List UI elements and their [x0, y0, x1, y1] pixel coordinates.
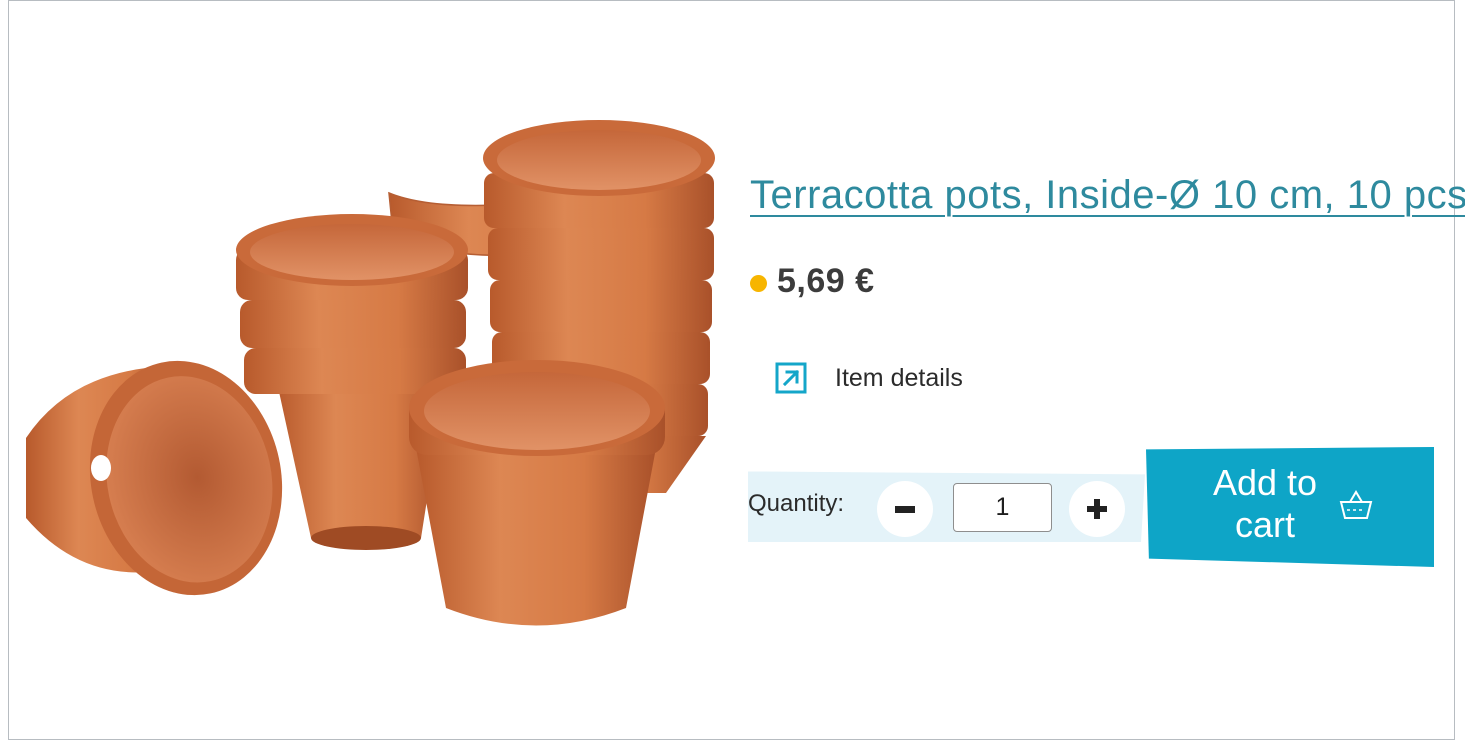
product-price: 5,69 €	[777, 262, 875, 300]
external-link-arrow-icon	[775, 362, 807, 394]
increase-quantity-button[interactable]	[1069, 481, 1125, 537]
product-image[interactable]	[26, 118, 716, 638]
minus-icon	[895, 506, 915, 513]
plus-icon	[1087, 499, 1107, 519]
add-to-cart-label[interactable]: Add to cart	[1180, 462, 1350, 546]
decrease-quantity-button[interactable]	[877, 481, 933, 537]
product-title-link[interactable]: Terracotta pots, Inside-Ø 10 cm, 10 pcs.	[750, 173, 1465, 218]
price-row: 5,69 €	[750, 262, 875, 301]
front-pot	[409, 360, 665, 626]
item-details-link[interactable]: Item details	[775, 362, 963, 394]
quantity-input[interactable]	[953, 483, 1052, 532]
quantity-label: Quantity:	[748, 490, 845, 517]
availability-dot	[750, 275, 767, 292]
item-details-label: Item details	[835, 363, 963, 392]
basket-icon[interactable]	[1337, 486, 1375, 524]
